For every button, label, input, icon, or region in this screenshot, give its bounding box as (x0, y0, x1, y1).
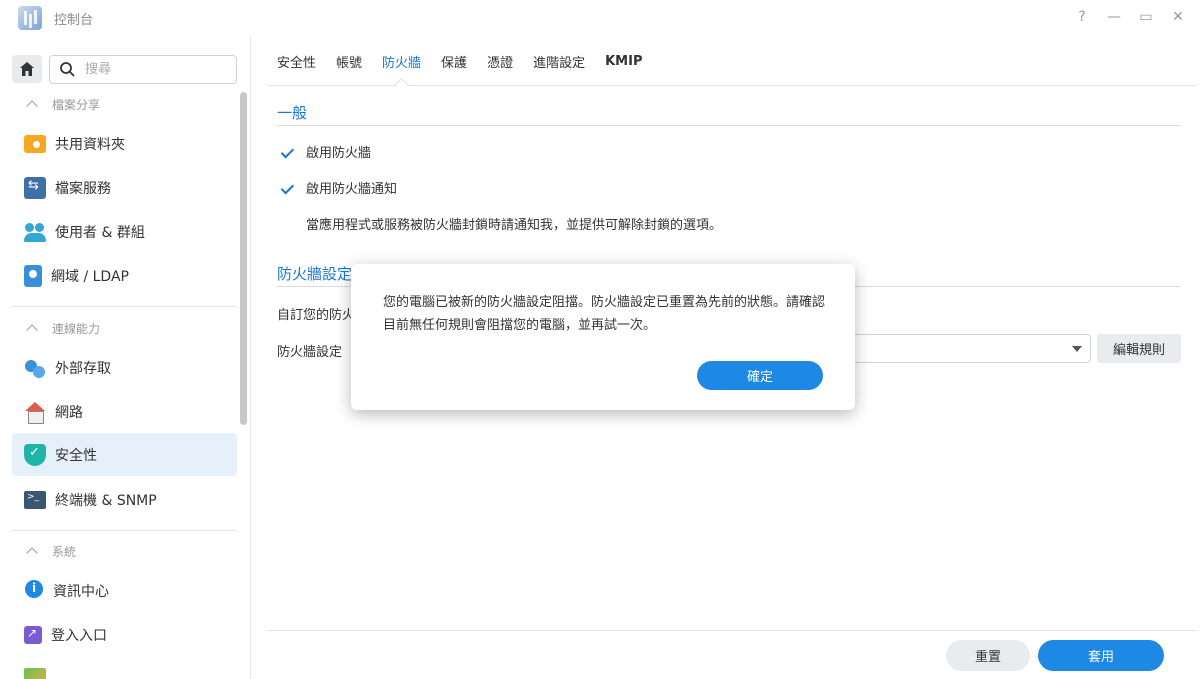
home-button[interactable] (12, 55, 42, 83)
title-bar: 控制台 ? — ▭ ✕ (0, 0, 1201, 36)
region-icon (24, 667, 46, 679)
checkbox-checked-icon[interactable] (277, 143, 295, 161)
tab-account[interactable]: 帳號 (326, 36, 372, 86)
sidebar-item-partial[interactable] (12, 657, 237, 679)
firewall-profile-label: 防火牆設定 (277, 345, 343, 360)
info-icon (24, 579, 44, 602)
sidebar-item-file-services[interactable]: 檔案服務 (12, 166, 237, 209)
general-section-title: 一般 (277, 104, 308, 122)
sidebar-scrollbar[interactable] (240, 92, 247, 425)
sidebar-item-domain-ldap[interactable]: 網域 / LDAP (12, 254, 237, 297)
checkbox-checked-icon[interactable] (277, 179, 295, 197)
sidebar-item-info-center[interactable]: 資訊中心 (12, 569, 237, 612)
sidebar-item-label: 共用資料夾 (55, 136, 125, 153)
login-portal-icon (24, 625, 42, 644)
footer-divider (267, 630, 1197, 631)
window-controls: ? — ▭ ✕ (1073, 6, 1187, 28)
dialog-message: 您的電腦已被新的防火牆設定阻擋。防火牆設定已重置為先前的狀態。請確認目前無任何規… (383, 295, 826, 333)
help-icon[interactable]: ? (1073, 6, 1091, 28)
sidebar-section-label: 連線能力 (52, 321, 101, 336)
search-icon (60, 62, 75, 77)
sidebar-item-label: 外部存取 (55, 360, 111, 377)
minimize-icon[interactable]: — (1105, 6, 1123, 28)
enable-firewall-label: 啟用防火牆 (306, 146, 372, 161)
sidebar-item-label: 資訊中心 (53, 583, 109, 600)
users-icon (24, 221, 46, 243)
control-panel-icon (18, 6, 42, 30)
chevron-up-icon (26, 100, 38, 112)
sidebar-divider (12, 530, 237, 531)
sidebar-section-file-sharing[interactable]: 檔案分享 (12, 89, 237, 119)
folder-icon (24, 134, 46, 153)
tab-security[interactable]: 安全性 (267, 36, 326, 86)
sidebar-section-connectivity[interactable]: 連線能力 (12, 313, 237, 343)
sidebar-item-label: 安全性 (55, 447, 97, 464)
dropdown-arrow-icon (1072, 346, 1082, 352)
home-icon (20, 62, 34, 76)
enable-notification-label: 啟用防火牆通知 (306, 182, 398, 197)
sidebar-section-label: 系統 (52, 544, 77, 559)
firewall-profile-select[interactable] (851, 334, 1091, 363)
search-field[interactable] (49, 55, 237, 84)
firewall-settings-title: 防火牆設定 (277, 265, 353, 283)
sidebar-item-security[interactable]: 安全性 (12, 433, 237, 476)
enable-notification-checkbox[interactable]: 啟用防火牆通知 (277, 178, 397, 197)
tab-firewall[interactable]: 防火牆 (372, 36, 431, 86)
sidebar-item-label: 終端機 & SNMP (55, 492, 157, 509)
tab-bar: 安全性 帳號 防火牆 保護 憑證 進階設定 KMIP (267, 36, 1197, 86)
chevron-up-icon (26, 547, 38, 559)
close-icon[interactable]: ✕ (1169, 6, 1187, 28)
reset-button[interactable]: 重置 (946, 640, 1030, 671)
file-services-icon (24, 176, 46, 199)
search-input[interactable] (85, 62, 225, 77)
shield-icon (24, 443, 46, 466)
section-divider (277, 125, 1181, 126)
sidebar-section-label: 檔案分享 (52, 97, 101, 112)
maximize-icon[interactable]: ▭ (1137, 6, 1155, 28)
notification-description: 當應用程式或服務被防火牆封鎖時請通知我，並提供可解除封鎖的選項。 (306, 218, 723, 233)
firewall-blocked-dialog: 您的電腦已被新的防火牆設定阻擋。防火牆設定已重置為先前的狀態。請確認目前無任何規… (351, 264, 855, 410)
sidebar-item-label: 檔案服務 (55, 180, 111, 197)
sidebar-divider (12, 306, 237, 307)
window-title: 控制台 (54, 12, 94, 28)
sidebar-item-external-access[interactable]: 外部存取 (12, 346, 237, 389)
customize-firewall-label: 自訂您的防火 (277, 308, 356, 323)
enable-firewall-checkbox[interactable]: 啟用防火牆 (277, 142, 371, 161)
dialog-ok-button[interactable]: 確定 (697, 361, 823, 390)
external-access-icon (24, 357, 46, 379)
tab-protection[interactable]: 保護 (431, 36, 477, 86)
sidebar-item-terminal-snmp[interactable]: 終端機 & SNMP (12, 478, 237, 521)
sidebar-item-login-portal[interactable]: 登入入口 (12, 613, 237, 656)
network-icon (24, 401, 46, 424)
sidebar-section-system[interactable]: 系統 (12, 536, 237, 566)
chevron-up-icon (26, 324, 38, 336)
sidebar-item-shared-folder[interactable]: 共用資料夾 (12, 122, 237, 165)
sidebar-item-label: 網路 (55, 404, 83, 421)
sidebar: 檔案分享 共用資料夾 檔案服務 使用者 & 群組 網域 / LDAP 連線能力 … (0, 36, 251, 679)
apply-button[interactable]: 套用 (1038, 640, 1164, 671)
tab-kmip[interactable]: KMIP (595, 36, 652, 86)
sidebar-item-label: 使用者 & 群組 (55, 224, 145, 241)
ldap-icon (24, 264, 42, 287)
edit-rules-button[interactable]: 編輯規則 (1097, 334, 1181, 363)
sidebar-item-network[interactable]: 網路 (12, 390, 237, 433)
sidebar-item-users-groups[interactable]: 使用者 & 群組 (12, 210, 237, 253)
tab-advanced[interactable]: 進階設定 (523, 36, 595, 86)
sidebar-item-label: 登入入口 (51, 627, 107, 644)
terminal-icon (24, 490, 46, 509)
sidebar-item-label: 網域 / LDAP (51, 268, 129, 285)
tab-certificate[interactable]: 憑證 (477, 36, 523, 86)
